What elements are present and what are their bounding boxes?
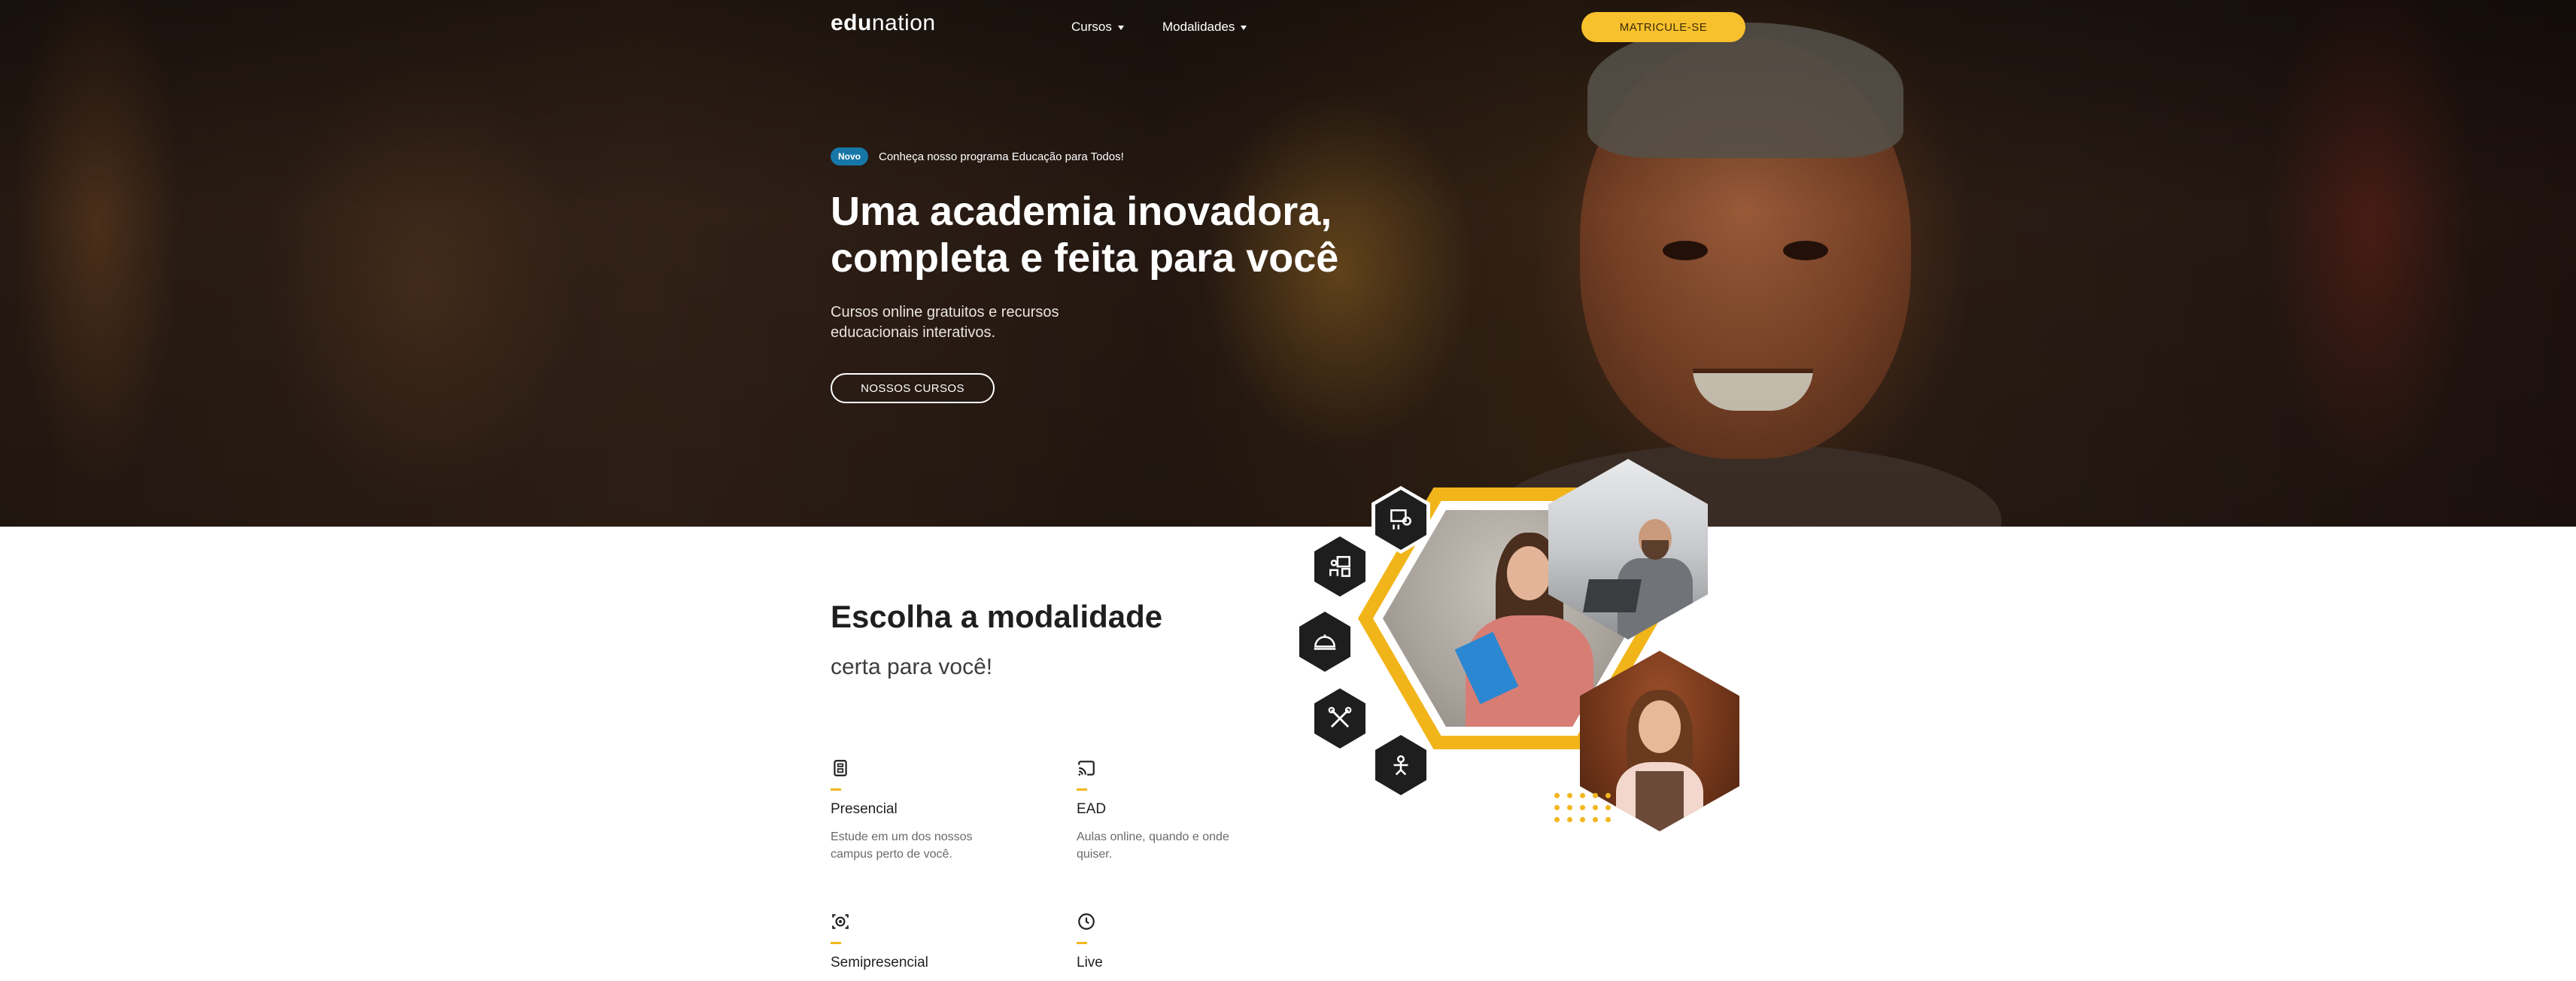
section-title: Escolha a modalidade xyxy=(831,599,1163,634)
accent-divider xyxy=(1077,788,1087,791)
caret-down-icon xyxy=(1117,26,1124,30)
brand-logo[interactable]: edunation xyxy=(831,11,936,36)
modality-semipresencial[interactable]: Semipresencial xyxy=(831,912,1026,971)
new-badge: Novo xyxy=(831,147,868,166)
courses-button[interactable]: NOSSOS CURSOS xyxy=(831,373,995,403)
hero-title: Uma academia inovadora, completa e feita … xyxy=(831,189,1339,281)
modality-description: Estude em um dos nossos campus perto de … xyxy=(831,831,973,861)
modality-name: Presencial xyxy=(831,801,898,817)
modality-presencial[interactable]: Presencial Estude em um dos nossos campu… xyxy=(831,758,1026,863)
accent-divider xyxy=(831,788,841,791)
modality-name: Semipresencial xyxy=(831,955,928,970)
decorative-dots xyxy=(1554,793,1622,831)
nav-item-cursos[interactable]: Cursos xyxy=(1071,20,1124,35)
clock-icon xyxy=(1078,913,1095,930)
accent-divider xyxy=(1077,942,1087,944)
cast-icon xyxy=(1078,761,1095,776)
cloche-icon xyxy=(1296,608,1354,676)
announcement-text: Conheça nosso programa Educação para Tod… xyxy=(879,150,1124,163)
tools-icon xyxy=(1311,685,1369,752)
hybrid-icon xyxy=(832,914,849,929)
hero-banner: edunation Cursos Modalidades MATRICULE-S… xyxy=(0,0,2576,527)
engineering-icon xyxy=(1372,731,1430,799)
modality-live[interactable]: Live xyxy=(1077,912,1272,971)
accent-divider xyxy=(831,942,841,944)
modality-ead[interactable]: EAD Aulas online, quando e onde quiser. xyxy=(1077,758,1272,863)
enroll-button[interactable]: MATRICULE-SE xyxy=(1581,12,1745,42)
hexagon-image-cluster xyxy=(1286,459,1753,850)
modality-name: EAD xyxy=(1077,801,1107,817)
hero-subtitle: Cursos online gratuitos e recursos educac… xyxy=(831,304,1059,341)
announcement-bar[interactable]: Novo Conheça nosso programa Educação par… xyxy=(831,147,1124,166)
nav-label: Modalidades xyxy=(1162,20,1235,34)
section-subtitle: certa para você! xyxy=(831,655,993,679)
nav-label: Cursos xyxy=(1071,20,1112,34)
caret-down-icon xyxy=(1241,26,1247,30)
modality-name: Live xyxy=(1077,955,1103,970)
building-icon xyxy=(834,760,847,776)
nav-item-modalidades[interactable]: Modalidades xyxy=(1162,20,1247,35)
teacher-board-icon xyxy=(1311,533,1369,600)
modality-description: Aulas online, quando e onde quiser. xyxy=(1077,831,1229,861)
